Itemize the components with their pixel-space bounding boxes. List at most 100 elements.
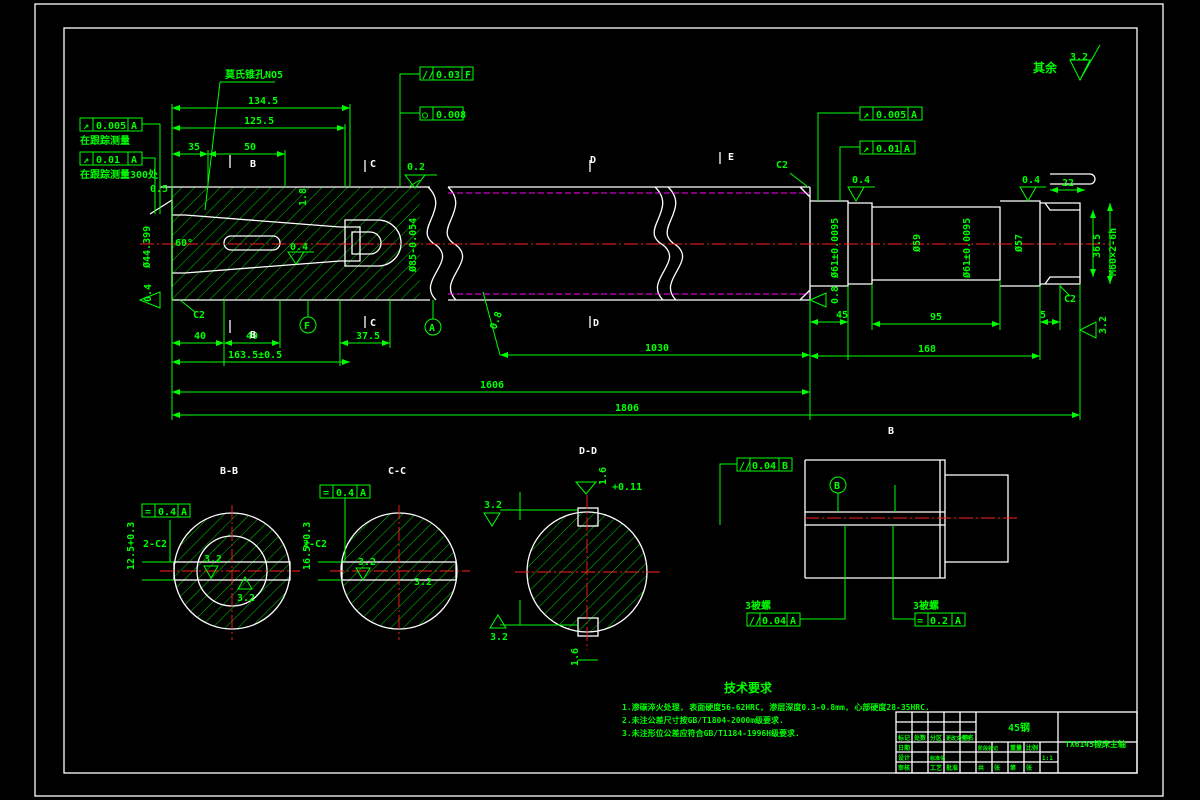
tb-c7: 设计 [898,754,910,762]
t3-note: 在跟踪测量 [80,134,130,147]
rough-08b: 0.8 [488,310,505,331]
break-line-3 [653,186,671,301]
tb-value: 0.4 [158,507,176,518]
section-cc-title: C-C [388,466,406,477]
dim-1806: 1806 [615,403,639,414]
dim-37: 37.5 [356,331,380,342]
dia-61a: Ø61±0.0095 [829,218,841,279]
rough-08: 0.8 [830,286,841,304]
dim-05: 0.5 [150,184,168,195]
title-block: 45钢 TX6145镗床主轴 标记 处数 分区 更改文件号 签名 日期 设计 标… [895,711,1138,774]
other-finish-value: 3.2 [1070,52,1088,63]
te2-value: 0.04 [762,616,786,627]
tb-c6: 日期 [898,744,910,752]
break-line-1 [426,186,444,301]
view-e-datum: B [834,481,840,492]
t3-ref: A [131,121,137,132]
tech-line-3: 3.未注形位公差应符合GB/T1184-1996H级要求. [622,728,800,738]
t5-note: 在跟踪测量300处 [80,168,159,181]
tb-c8: 标准化 [929,755,945,762]
taper-chamfer [149,186,173,287]
t3-symbol: ↗ [83,121,89,132]
other-finish-label: 其余 [1033,60,1058,75]
tb-c2: 处数 [913,734,927,742]
thread-chamfer [1044,202,1080,285]
journal-middle [872,206,1001,281]
dim-40a: 40 [194,331,206,342]
te2-symbol: // [749,616,761,627]
morse-taper-label: 莫氏锥孔NO5 [224,68,283,81]
rough-04d: 0.4 [143,284,154,302]
bb-rough-1: 3.2 [204,554,222,565]
section-c-top: C [370,159,376,170]
cc-width: 16.5+0.3 [302,522,313,570]
te1-ref: B [782,461,788,472]
t6-symbol: ↗ [863,144,869,155]
dim-5: 5 [1040,310,1046,321]
view-e: B B // 0.04 B // 0.04 A 3被螺 = 0.2 A 3被螺 [719,426,1020,627]
dia-61b: Ø61±0.0095 [961,218,973,279]
section-cc: C-C = 0.4 A 2-C2 16.5+0.3 3.2 3.2 [302,466,470,640]
outer-border [34,3,1164,797]
dim-1030: 1030 [645,343,669,354]
rough-04a: 0.4 [290,242,308,253]
section-b-bottom: B [250,330,256,341]
dia-85: Ø85-0.054 [407,218,419,273]
tb-ref: A [181,507,187,518]
dia-57: Ø57 [1013,234,1025,253]
t3-t5-leader [142,123,161,214]
tb-scale: 1:1 [1042,755,1053,762]
angle-60: 60° [175,238,193,249]
section-dd: D-D 3.2 1.6 +0.11 3.2 1.6 [483,446,660,666]
t5-ref: A [131,155,137,166]
datum-a: A [429,323,435,334]
dd-rough-4: 1.6 [570,648,581,666]
bearing-journal-1 [810,200,849,287]
tb-c16: 张 [994,764,1001,772]
shaft-body [448,186,811,301]
dim-125: 125.5 [244,116,274,127]
t2-symbol: ○ [422,110,428,121]
tb-c14: 批准 [946,764,958,772]
t1-ref: F [465,70,471,81]
dim-134: 134.5 [248,96,278,107]
dia-44: Ø44.399 [141,226,153,269]
dim-168: 168 [918,344,936,355]
dim-35: 35 [188,142,200,153]
te2-note: 3被螺 [745,599,771,612]
inner-border [63,27,1138,774]
tech-line-1: 1.渗碳淬火处理, 表面硬度56-62HRC, 渗层深度0.3-0.8mm, 心… [622,702,930,712]
t5-symbol: ↗ [83,155,89,166]
t4-symbol: ↗ [863,110,869,121]
tc-symbol: = [323,488,329,499]
dim-163: 163.5±0.5 [228,350,282,361]
dd-rough-1: 3.2 [484,500,502,511]
cc-rough-1: 3.2 [358,557,376,568]
datum-f: F [304,321,310,332]
t4-value: 0.005 [876,110,906,121]
rough-02: 0.2 [407,162,425,173]
dd-rough-2: 1.6 [598,467,609,485]
tb-c10: 重量 [1010,744,1022,752]
dim-95: 95 [930,312,942,323]
te2-ref: A [790,616,796,627]
journal-step-1 [848,202,873,285]
te1-symbol: // [739,461,751,472]
dim-1606: 1606 [480,380,504,391]
rough-04b: 0.4 [852,175,870,186]
t1-value: 0.03 [436,70,460,81]
dia-59: Ø59 [911,234,923,253]
break-line-2 [446,186,464,301]
tb-c11: 比例 [1026,744,1038,752]
t2-value: 0.008 [436,110,466,121]
tech-title: 技术要求 [724,680,773,695]
chamfer-c2b: C2 [776,160,788,171]
dia-36: 36.5 [1092,234,1103,258]
bb-rough-2: 3.2 [237,593,255,604]
section-b-top: B [250,159,256,170]
title-material: 45钢 [1008,721,1030,734]
dim-22: 22 [1062,178,1074,189]
te3-value: 0.2 [930,616,948,627]
tb-c17: 第 [1009,764,1016,772]
te3-note: 3被螺 [913,599,939,612]
